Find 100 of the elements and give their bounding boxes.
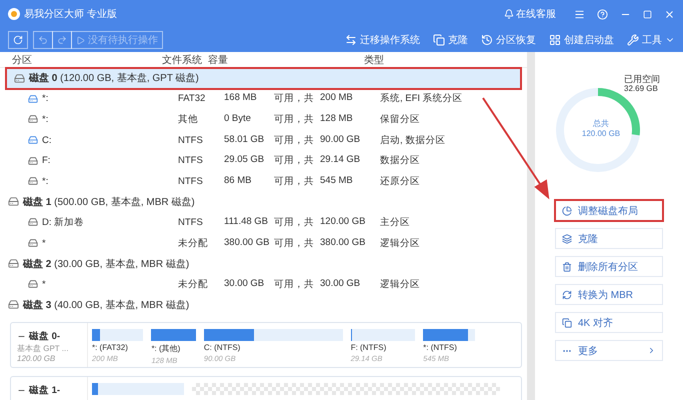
disk-row[interactable]: 磁盘 1 (500.00 GB, 基本盘, MBR 磁盘) <box>0 192 527 212</box>
action-button[interactable]: 删除所有分区 <box>555 256 663 277</box>
disk-map-card[interactable]: 磁盘 1- <box>10 376 522 400</box>
capacity-label: 可用，共 <box>274 154 315 168</box>
total-size-cell-text: 128 MB <box>320 112 354 126</box>
scrollbar[interactable] <box>527 52 535 400</box>
free-space-cell-text: 29.05 GB <box>224 154 266 168</box>
action-button[interactable]: 调整磁盘布局 <box>555 200 663 221</box>
free-space-cell-text: 168 MB <box>224 92 258 106</box>
free-space-cell-text: 30.00 GB <box>224 278 266 291</box>
partition-bar[interactable] <box>92 383 184 395</box>
refresh-icon <box>13 35 23 45</box>
free-space-cell-text: 86 MB <box>224 174 252 188</box>
file-system-cell-text: NTFS <box>178 176 204 187</box>
total-size-cell-text: 29.14 GB <box>320 154 362 168</box>
toolbar-button[interactable]: 克隆 <box>433 33 468 47</box>
total-size-cell-text: 90.00 GB <box>320 134 362 147</box>
action-icon <box>562 262 572 272</box>
column-header: 类型 <box>364 54 385 66</box>
capacity-label: 可用，共 <box>274 112 315 126</box>
disk-row[interactable]: 磁盘 3 (40.00 GB, 基本盘, MBR 磁盘) <box>0 294 527 316</box>
used-space-label: 已用空间 <box>624 73 660 85</box>
partition-bar[interactable] <box>92 329 144 341</box>
toolbar-button[interactable]: 工具 <box>627 33 675 47</box>
total-size-cell-text: 120.00 GB <box>320 216 366 229</box>
partition-name: *: <box>28 176 178 187</box>
file-system-cell-text: NTFS <box>178 216 204 228</box>
column-header: 文件系统 <box>162 54 203 66</box>
toolbar-button[interactable]: 创建启动盘 <box>549 33 614 47</box>
action-icon <box>562 234 572 244</box>
action-icon <box>562 206 572 216</box>
disk-size: 120.00 GB <box>17 354 56 363</box>
partition-name: * <box>28 278 178 290</box>
action-icon <box>562 290 572 300</box>
free-space-cell-text: 380.00 GB <box>224 236 270 250</box>
disk-row[interactable]: 磁盘 0 (120.00 GB, 基本盘, GPT 磁盘) <box>6 68 521 89</box>
total-size-cell-text: 545 MB <box>320 174 354 188</box>
action-button[interactable]: 克隆 <box>555 228 663 249</box>
toolbar-icon <box>549 34 561 46</box>
maximize-icon[interactable] <box>643 10 652 18</box>
disk-map-name: 磁盘 0- <box>29 330 60 343</box>
used-space-value: 32.69 GB <box>624 84 658 93</box>
undo-icon <box>38 35 48 45</box>
action-icon <box>562 318 572 328</box>
undo-button[interactable] <box>33 31 53 49</box>
action-button[interactable]: 4K 对齐 <box>555 312 663 333</box>
free-space-cell-text: 0 Byte <box>224 112 252 126</box>
action-button[interactable]: 转换为 MBR <box>555 284 663 305</box>
partition-type-cell-text: 保留分区 <box>380 112 421 126</box>
partition-type-cell-text: 逻辑分区 <box>380 236 421 250</box>
total-size-cell-text: 200 MB <box>320 92 354 106</box>
column-header: 分区 <box>12 54 33 66</box>
redo-button[interactable] <box>52 31 72 49</box>
app-logo-icon <box>8 8 20 20</box>
partition-label: F: (NTFS) <box>350 343 388 352</box>
toolbar-icon <box>481 34 493 46</box>
capacity-label: 可用，共 <box>274 134 315 147</box>
disk-row[interactable]: 磁盘 2 (30.00 GB, 基本盘, MBR 磁盘) <box>0 253 527 274</box>
column-header: 容量 <box>208 54 229 66</box>
disk-map-name: 磁盘 1- <box>29 384 60 397</box>
capacity-label: 可用，共 <box>274 216 315 229</box>
partition-label: *: (FAT32) <box>92 343 129 352</box>
partition-name: D: 新加卷 <box>28 216 178 229</box>
total-size-cell-text: 30.00 GB <box>320 278 362 291</box>
window-title: 易我分区大师 专业版 <box>24 8 118 21</box>
partition-type-cell-text: 还原分区 <box>380 174 421 188</box>
partition-icon <box>28 135 38 146</box>
partition-icon <box>28 238 38 248</box>
file-system-cell-text: 未分配 <box>178 278 209 291</box>
partition-icon <box>28 156 38 166</box>
capacity-label: 可用，共 <box>274 278 315 291</box>
menu-icon[interactable] <box>574 8 585 20</box>
partition-name: *: <box>28 93 178 104</box>
partition-bar[interactable] <box>423 329 475 341</box>
disk-style: 基本盘 GPT ... <box>17 343 70 354</box>
close-icon[interactable] <box>664 8 675 20</box>
partition-label: *: (NTFS) <box>423 343 458 352</box>
total-value: 120.00 GB <box>580 129 622 138</box>
toolbar-button[interactable]: 分区恢复 <box>481 33 536 47</box>
file-system-cell-text: 其他 <box>178 112 199 126</box>
online-support-button[interactable]: 在线客服 <box>498 6 562 22</box>
total-size-cell-text: 380.00 GB <box>320 236 366 250</box>
partition-type-cell-text: 主分区 <box>380 216 411 229</box>
capacity-label: 可用，共 <box>274 174 315 188</box>
toolbar-button[interactable]: 迁移操作系统 <box>345 33 420 47</box>
action-button[interactable]: 更多 <box>555 340 663 361</box>
partition-name: C: <box>28 134 178 146</box>
play-icon <box>76 36 85 44</box>
free-space-cell-text: 58.01 GB <box>224 134 266 147</box>
help-icon[interactable] <box>597 8 608 20</box>
bell-icon <box>504 9 514 19</box>
file-system-cell-text: NTFS <box>178 155 204 166</box>
file-system-cell-text: 未分配 <box>178 236 209 250</box>
redo-icon <box>57 35 67 45</box>
capacity-label: 可用，共 <box>274 236 315 250</box>
refresh-button[interactable] <box>8 31 28 49</box>
partition-name: F: <box>28 155 178 166</box>
partition-bar[interactable] <box>204 329 343 341</box>
partition-icon <box>28 114 38 124</box>
total-label: 总共 <box>592 118 610 129</box>
